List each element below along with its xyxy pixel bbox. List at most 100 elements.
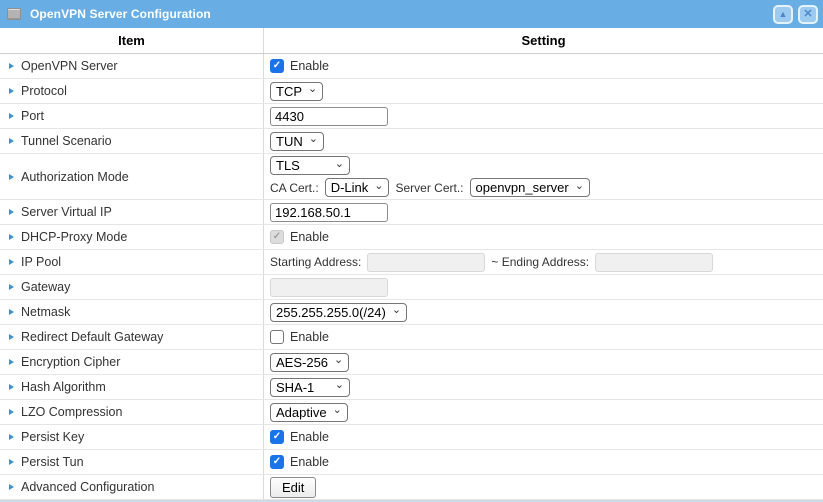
redirect-default-gateway-label: Redirect Default Gateway: [21, 330, 163, 344]
netmask-select-value: 255.255.255.0(/24): [276, 305, 386, 320]
row-ip-pool: IP Pool Starting Address:~ Ending Address…: [0, 250, 823, 275]
ca-cert-select-value: D-Link: [331, 180, 369, 195]
persist-tun-checkbox[interactable]: ✓: [270, 455, 284, 469]
collapse-icon: ▲: [779, 10, 788, 19]
bullet-icon: [9, 259, 14, 265]
redirect-default-gateway-checkbox[interactable]: [270, 330, 284, 344]
lzo-compression-select[interactable]: Adaptive⌄: [270, 403, 348, 422]
persist-tun-checkbox-label: Enable: [290, 455, 329, 469]
hash-algorithm-label: Hash Algorithm: [21, 380, 106, 394]
setting-cell-port: [264, 104, 823, 128]
setting-cell-lzo-compression: Adaptive⌄: [264, 400, 823, 424]
lzo-compression-label: LZO Compression: [21, 405, 122, 419]
item-cell-server-virtual-ip: Server Virtual IP: [0, 200, 264, 224]
close-button[interactable]: ✕: [798, 5, 818, 24]
starting-address-input: [367, 253, 485, 272]
server-cert-select[interactable]: openvpn_server⌄: [470, 178, 590, 197]
collapse-button[interactable]: ▲: [773, 5, 793, 24]
row-authorization-mode: Authorization ModeTLS⌄CA Cert.:D-Link⌄Se…: [0, 154, 823, 200]
setting-cell-dhcp-proxy-mode: ✓ Enable: [264, 225, 823, 249]
ca-cert-select[interactable]: D-Link⌄: [325, 178, 390, 197]
setting-cell-hash-algorithm: SHA-1⌄: [264, 375, 823, 399]
bullet-icon: [9, 174, 14, 180]
setting-cell-tunnel-scenario: TUN⌄: [264, 129, 823, 153]
dhcp-proxy-mode-checkbox: ✓: [270, 230, 284, 244]
bullet-icon: [9, 234, 14, 240]
hash-algorithm-select[interactable]: SHA-1⌄: [270, 378, 350, 397]
bullet-icon: [9, 334, 14, 340]
window-controls: ▲ ✕: [773, 5, 818, 24]
setting-cell-encryption-cipher: AES-256⌄: [264, 350, 823, 374]
server-virtual-ip-label: Server Virtual IP: [21, 205, 112, 219]
row-netmask: Netmask255.255.255.0(/24)⌄: [0, 300, 823, 325]
protocol-select[interactable]: TCP⌄: [270, 82, 323, 101]
row-persist-tun: Persist Tun ✓ Enable: [0, 450, 823, 475]
authorization-mode-mode-select[interactable]: TLS⌄: [270, 156, 350, 175]
row-lzo-compression: LZO Compression Adaptive⌄: [0, 400, 823, 425]
column-header-item: Item: [0, 28, 264, 53]
titlebar: OpenVPN Server Configuration ▲ ✕: [0, 0, 823, 28]
hash-algorithm-select-value: SHA-1: [276, 380, 314, 395]
protocol-select-value: TCP: [276, 84, 302, 99]
gateway-label: Gateway: [21, 280, 70, 294]
row-hash-algorithm: Hash Algorithm SHA-1⌄: [0, 375, 823, 400]
authorization-mode-label: Authorization Mode: [21, 170, 129, 184]
netmask-select[interactable]: 255.255.255.0(/24)⌄: [270, 303, 407, 322]
redirect-default-gateway-checkbox-field: Enable: [270, 330, 329, 344]
dhcp-proxy-mode-checkbox-label: Enable: [290, 230, 329, 244]
row-advanced-configuration: Advanced ConfigurationEdit: [0, 475, 823, 500]
item-cell-openvpn-server: OpenVPN Server: [0, 54, 264, 78]
item-cell-persist-key: Persist Key: [0, 425, 264, 449]
settings-table: Item Setting OpenVPN Server ✓ Enable Protoc…: [0, 28, 823, 500]
port-input[interactable]: [270, 107, 388, 126]
dhcp-proxy-mode-checkbox-field: ✓ Enable: [270, 230, 329, 244]
item-cell-authorization-mode: Authorization Mode: [0, 154, 264, 199]
setting-cell-gateway: [264, 275, 823, 299]
row-port: Port: [0, 104, 823, 129]
openvpn-server-checkbox[interactable]: ✓: [270, 59, 284, 73]
row-protocol: Protocol TCP⌄: [0, 79, 823, 104]
item-cell-port: Port: [0, 104, 264, 128]
item-cell-protocol: Protocol: [0, 79, 264, 103]
lzo-compression-select-value: Adaptive: [276, 405, 327, 420]
row-tunnel-scenario: Tunnel Scenario TUN⌄: [0, 129, 823, 154]
protocol-label: Protocol: [21, 84, 67, 98]
persist-key-checkbox[interactable]: ✓: [270, 430, 284, 444]
window-title: OpenVPN Server Configuration: [30, 7, 211, 21]
bullet-icon: [9, 63, 14, 69]
setting-cell-authorization-mode: TLS⌄CA Cert.:D-Link⌄Server Cert.:openvpn…: [264, 154, 823, 199]
bullet-icon: [9, 359, 14, 365]
encryption-cipher-select[interactable]: AES-256⌄: [270, 353, 349, 372]
tunnel-scenario-label: Tunnel Scenario: [21, 134, 112, 148]
persist-tun-checkbox-field: ✓ Enable: [270, 455, 329, 469]
ending-address-label: ~ Ending Address:: [491, 255, 589, 269]
table-header-row: Item Setting: [0, 28, 823, 54]
ca-cert-label: CA Cert.:: [270, 181, 319, 195]
server-virtual-ip-input[interactable]: [270, 203, 388, 222]
setting-cell-server-virtual-ip: [264, 200, 823, 224]
item-cell-tunnel-scenario: Tunnel Scenario: [0, 129, 264, 153]
bullet-icon: [9, 284, 14, 290]
bullet-icon: [9, 309, 14, 315]
openvpn-server-checkbox-field: ✓ Enable: [270, 59, 329, 73]
row-persist-key: Persist Key ✓ Enable: [0, 425, 823, 450]
persist-key-checkbox-label: Enable: [290, 430, 329, 444]
setting-cell-persist-tun: ✓ Enable: [264, 450, 823, 474]
item-cell-lzo-compression: LZO Compression: [0, 400, 264, 424]
bullet-icon: [9, 459, 14, 465]
setting-cell-advanced-configuration: Edit: [264, 475, 823, 499]
auth-cert-line: CA Cert.:D-Link⌄Server Cert.:openvpn_ser…: [270, 178, 590, 197]
item-cell-persist-tun: Persist Tun: [0, 450, 264, 474]
port-label: Port: [21, 109, 44, 123]
row-redirect-default-gateway: Redirect Default Gateway Enable: [0, 325, 823, 350]
advanced-configuration-edit-button[interactable]: Edit: [270, 477, 316, 498]
tunnel-scenario-select[interactable]: TUN⌄: [270, 132, 324, 151]
setting-cell-ip-pool: Starting Address:~ Ending Address:: [264, 250, 823, 274]
bullet-icon: [9, 209, 14, 215]
authorization-mode-mode-select-value: TLS: [276, 158, 300, 173]
openvpn-server-label: OpenVPN Server: [21, 59, 118, 73]
ip-pool-label: IP Pool: [21, 255, 61, 269]
persist-tun-label: Persist Tun: [21, 455, 84, 469]
openvpn-server-checkbox-label: Enable: [290, 59, 329, 73]
setting-cell-persist-key: ✓ Enable: [264, 425, 823, 449]
